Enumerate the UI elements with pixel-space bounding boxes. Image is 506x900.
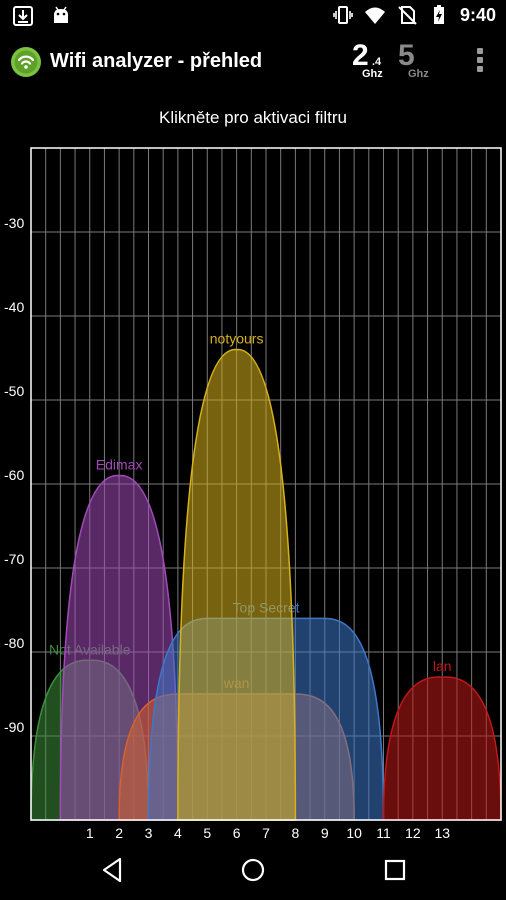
wifi-icon (364, 7, 385, 24)
series-lan-area[interactable] (382, 676, 502, 821)
wifi-analyzer-logo-icon (11, 47, 41, 77)
app-title: Wifi analyzer - přehled (50, 50, 263, 72)
status-bar: 9:40 (0, 0, 506, 32)
x-tick-label: 13 (434, 825, 450, 841)
overflow-menu-icon[interactable] (474, 48, 486, 76)
x-tick-label: 2 (115, 825, 123, 841)
band-5ghz-button[interactable]: 5 Ghz (398, 40, 438, 84)
vibrate-icon (333, 6, 353, 24)
band-5ghz-unit: Ghz (408, 68, 429, 80)
x-tick-label: 1 (86, 825, 94, 841)
x-tick-label: 12 (405, 825, 421, 841)
navigation-bar (0, 840, 506, 900)
y-tick-label: -60 (4, 467, 24, 483)
y-tick-label: -80 (4, 635, 24, 651)
band-24ghz-unit: Ghz (362, 68, 383, 80)
y-tick-label: -70 (4, 551, 24, 567)
no-sim-icon (398, 6, 417, 25)
signal-chart[interactable]: Not AvailableEdimaxwanTop Secretnotyours… (0, 140, 506, 850)
x-tick-label: 7 (262, 825, 270, 841)
y-tick-label: -30 (4, 215, 24, 231)
signal-chart-svg[interactable]: Not AvailableEdimaxwanTop Secretnotyours… (0, 140, 506, 850)
x-tick-label: 4 (174, 825, 182, 841)
x-tick-label: 8 (291, 825, 299, 841)
band-24ghz-decimal: .4 (372, 56, 382, 68)
battery-charging-icon (433, 5, 444, 24)
series-lan-label: lan (433, 658, 452, 674)
x-tick-label: 5 (203, 825, 211, 841)
series-notyours-area[interactable] (177, 348, 297, 821)
y-tick-label: -90 (4, 719, 24, 735)
app-bar: Wifi analyzer - přehled 2 .4 Ghz 5 Ghz (0, 32, 506, 92)
x-tick-label: 6 (233, 825, 241, 841)
x-tick-label: 9 (321, 825, 329, 841)
filter-hint[interactable]: Klikněte pro aktivaci filtru (0, 108, 506, 128)
series-edimax-label: Edimax (96, 457, 143, 473)
x-tick-label: 11 (376, 825, 391, 841)
x-tick-label: 3 (145, 825, 153, 841)
download-icon (13, 6, 33, 26)
y-tick-label: -40 (4, 299, 24, 315)
band-24ghz-button[interactable]: 2 .4 Ghz (352, 40, 392, 84)
series-notyours-label: notyours (210, 331, 264, 347)
y-tick-label: -50 (4, 383, 24, 399)
back-icon[interactable] (96, 854, 128, 886)
android-icon (54, 6, 68, 23)
home-icon[interactable] (237, 854, 269, 886)
x-tick-label: 10 (346, 825, 362, 841)
screen: 9:40 Wifi analyzer - přehled 2 .4 Ghz 5 … (0, 0, 506, 900)
recent-apps-icon[interactable] (379, 854, 411, 886)
status-time: 9:40 (459, 4, 496, 25)
